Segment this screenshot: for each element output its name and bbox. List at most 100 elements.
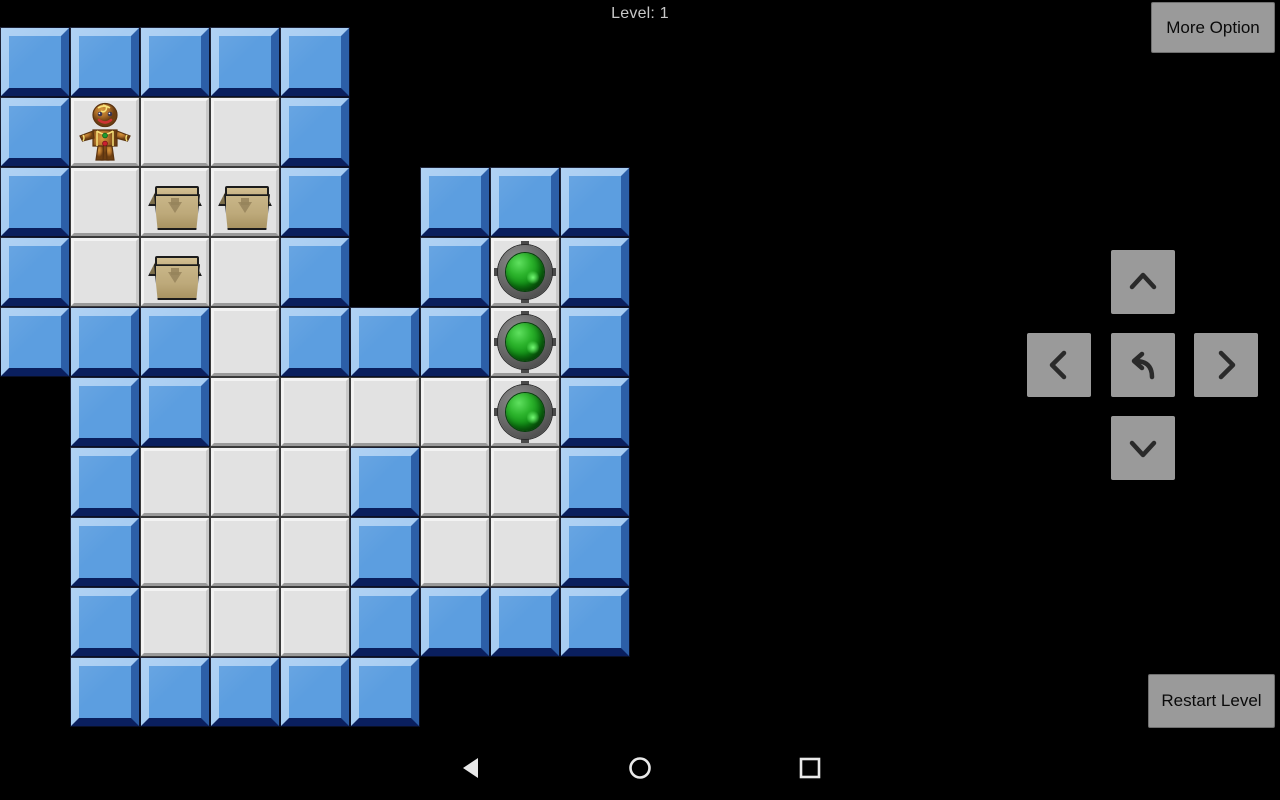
floor-tile[interactable] [210,237,280,307]
wall-tile [0,97,70,167]
box-tile[interactable] [140,237,210,307]
direction-pad [1027,250,1259,498]
wall-tile [280,27,350,97]
chevron-left-icon [1049,350,1067,380]
goal-orb-icon [506,323,544,361]
crate-icon [148,250,202,301]
wall-tile [560,517,630,587]
wall-tile [70,27,140,97]
floor-tile[interactable] [210,447,280,517]
chevron-down-icon [1129,440,1157,458]
floor-tile[interactable] [280,377,350,447]
floor-tile[interactable] [210,307,280,377]
wall-tile [140,307,210,377]
wall-tile [490,167,560,237]
undo-arrow-icon [1131,351,1155,380]
wall-tile [350,517,420,587]
floor-tile[interactable] [210,377,280,447]
wall-tile [70,517,140,587]
goal-target[interactable] [494,311,556,373]
recents-square-icon[interactable] [792,750,828,786]
wall-tile [560,307,630,377]
home-circle-icon[interactable] [622,750,658,786]
wall-tile [70,657,140,727]
wall-tile [140,377,210,447]
floor-tile[interactable] [70,167,140,237]
wall-tile [350,587,420,657]
undo-button[interactable] [1111,333,1175,397]
goal-tile[interactable] [490,237,560,307]
floor-tile[interactable] [140,447,210,517]
wall-tile [560,447,630,517]
crate[interactable] [144,171,206,233]
wall-tile [0,307,70,377]
wall-tile [280,237,350,307]
chevron-up-icon [1129,272,1157,290]
wall-tile [210,657,280,727]
floor-tile[interactable] [210,517,280,587]
move-left-button[interactable] [1027,333,1091,397]
move-up-button[interactable] [1111,250,1175,314]
wall-tile [560,237,630,307]
floor-tile[interactable] [280,447,350,517]
floor-tile[interactable] [280,587,350,657]
player[interactable] [74,101,136,163]
goal-target[interactable] [494,241,556,303]
wall-tile [70,447,140,517]
wall-tile [560,587,630,657]
level-indicator: Level: 1 [611,5,669,22]
wall-tile [280,167,350,237]
wall-tile [70,377,140,447]
wall-tile [70,587,140,657]
floor-tile[interactable] [280,517,350,587]
wall-tile [420,587,490,657]
floor-tile[interactable] [210,587,280,657]
wall-tile [420,237,490,307]
wall-tile [280,657,350,727]
wall-tile [560,377,630,447]
crate[interactable] [144,241,206,303]
wall-tile [0,237,70,307]
wall-tile [210,27,280,97]
goal-orb-icon [506,253,544,291]
player-tile[interactable] [70,97,140,167]
floor-tile[interactable] [210,97,280,167]
floor-tile[interactable] [140,97,210,167]
move-down-button[interactable] [1111,416,1175,480]
floor-tile[interactable] [490,517,560,587]
wall-tile [420,307,490,377]
floor-tile[interactable] [420,447,490,517]
wall-tile [280,307,350,377]
floor-tile[interactable] [420,377,490,447]
floor-tile[interactable] [420,517,490,587]
wall-tile [280,97,350,167]
wall-tile [140,27,210,97]
wall-tile [350,307,420,377]
floor-tile[interactable] [140,517,210,587]
more-option-button[interactable]: More Option [1151,2,1275,53]
crate[interactable] [214,171,276,233]
box-tile[interactable] [210,167,280,237]
wall-tile [560,167,630,237]
wall-tile [490,587,560,657]
wall-tile [0,167,70,237]
wall-tile [350,447,420,517]
crate-icon [148,180,202,231]
goal-tile[interactable] [490,307,560,377]
move-right-button[interactable] [1194,333,1258,397]
box-tile[interactable] [140,167,210,237]
floor-tile[interactable] [140,587,210,657]
floor-tile[interactable] [350,377,420,447]
floor-tile[interactable] [490,447,560,517]
goal-tile[interactable] [490,377,560,447]
gingerbread-player-icon [79,102,131,161]
goal-target[interactable] [494,381,556,443]
floor-tile[interactable] [70,237,140,307]
wall-tile [140,657,210,727]
back-triangle-icon[interactable] [455,750,491,786]
goal-orb-icon [506,393,544,431]
wall-tile [350,657,420,727]
restart-level-button[interactable]: Restart Level [1148,674,1275,728]
crate-icon [218,180,272,231]
wall-tile [420,167,490,237]
